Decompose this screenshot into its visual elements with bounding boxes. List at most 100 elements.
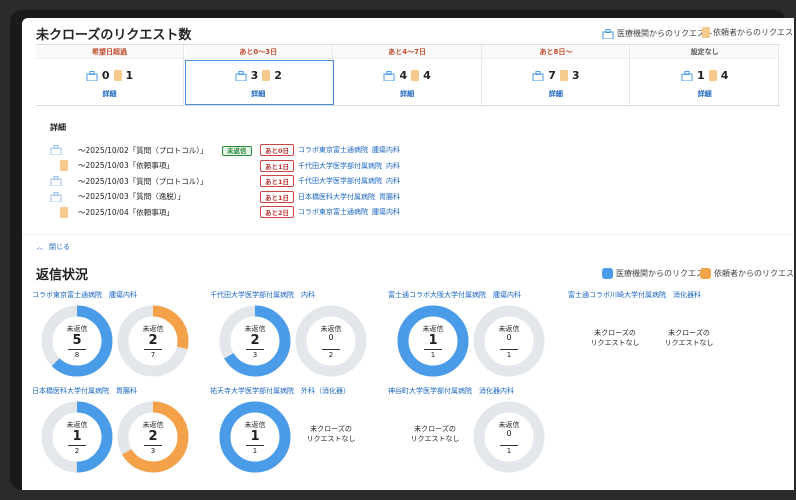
hospital-name-link[interactable]: 千代田大学医学部付属病院 内科 (210, 290, 315, 300)
summary-counts: 44 (334, 69, 481, 82)
row-hospital[interactable]: 千代田大学医学部付属病院 (298, 161, 382, 171)
requester-count: 4 (720, 69, 729, 82)
no-request-text: 未クローズの リクエストなし (306, 425, 356, 443)
detail-link[interactable]: 詳細 (334, 89, 481, 99)
row-title: 〜2025/10/03「質問（プロトコル）」 (78, 176, 208, 186)
row-type-icon (50, 206, 74, 218)
hospital-name-link[interactable]: コラボ東京富士通病院 腫瘍内科 (32, 290, 137, 300)
donut-chart: 未返信 2 7 (116, 304, 190, 378)
row-status-slot: 未返信 (222, 145, 256, 156)
document-icon (60, 160, 68, 171)
summary-column-header: 希望日超過 (36, 45, 183, 59)
donut-chart: 未返信 1 2 (40, 400, 114, 474)
row-hospital[interactable]: コラボ東京富士通病院 (298, 207, 368, 217)
list-item[interactable]: 〜2025/10/03「質問（逸脱）」 あと1日 日本橋医科大学付属病院 胃腸科 (50, 190, 400, 203)
row-type-icon (50, 191, 74, 202)
row-title: 〜2025/10/03「質問（逸脱）」 (78, 192, 185, 201)
summary-counts: 14 (631, 69, 778, 82)
donut-total: 7 (150, 351, 156, 359)
row-dept[interactable]: 腫瘍内科 (372, 207, 400, 217)
detail-link[interactable]: 詳細 (482, 89, 629, 99)
hospital-name-link[interactable]: 祐天寺大学医学部付属病院 外科（消化器） (210, 386, 350, 396)
donut-total: 1 (252, 447, 258, 455)
donut-total: 1 (506, 447, 512, 455)
donut-total: 3 (252, 351, 258, 359)
donut-unreplied: 2 (148, 333, 158, 348)
reply-status-title: 返信状況 (36, 268, 89, 283)
summary-column-header: あと4〜7日 (333, 45, 481, 59)
list-item[interactable]: 〜2025/10/02「質問（プロトコル）」 未返信 あと0日 コラボ東京富士通病院腫… (50, 144, 400, 156)
hospital-icon (50, 191, 62, 202)
hospital-icon (50, 176, 62, 186)
days-badge: あと1日 (260, 190, 295, 203)
document-icon (559, 70, 568, 81)
list-item[interactable]: 〜2025/10/03「質問（プロトコル）」 あと1日 千代田大学医学部付属病院 内科 (50, 175, 400, 187)
list-item[interactable]: 〜2025/10/03「依頼事項」 あと1日 千代田大学医学部付属病院 内科 (50, 159, 400, 172)
donut-chart: 未返信 2 3 (116, 400, 190, 474)
hospital-count: 7 (548, 69, 556, 82)
detail-link[interactable]: 詳細 (36, 89, 183, 99)
row-type-icon (50, 145, 74, 155)
hospital-icon (50, 145, 62, 155)
row-dept[interactable]: 胃腸科 (379, 192, 400, 202)
list-item[interactable]: 〜2025/10/04「依頼事項」 あと2日 コラボ東京富士通病院 腫瘍内科 (50, 206, 400, 218)
summary-table: 希望日超過 0 1 詳細 あと0〜3日 3 2 詳細 あと4〜7日 4 4 詳細 あと8日〜 7 3 詳細 設定… (36, 44, 780, 107)
donut-chart: 未返信 2 3 (218, 304, 292, 378)
days-badge: あと1日 (260, 159, 295, 172)
donut-chart: 未返信 0 1 (472, 400, 546, 474)
donut-unreplied: 0 (328, 333, 334, 342)
reply-legend-requester: 依頼者からのリクエスト (700, 268, 794, 279)
donut-unreplied: 0 (506, 429, 512, 438)
divider (22, 234, 794, 235)
donut-divider (424, 349, 442, 350)
row-hospital[interactable]: 日本橋医科大学付属病院 (298, 192, 375, 202)
no-request-text: 未クローズの リクエストなし (410, 425, 460, 443)
row-type-icon (50, 160, 74, 171)
row-title: 〜2025/10/04「依頼事項」 (78, 207, 174, 217)
legend-requester: 依頼者からのリクエスト (702, 27, 794, 38)
donut-total: 2 (328, 351, 334, 359)
hospital-name-link[interactable]: 日本橋医科大学付属病院 胃腸科 (32, 386, 137, 396)
summary-column: あと4〜7日 4 4 詳細 (333, 45, 482, 107)
legend-hospital: 医療機関からのリクエスト (602, 28, 713, 39)
close-toggle[interactable]: ︿ 閉じる (36, 242, 70, 252)
reply-legend-hospital: 医療機関からのリクエスト (602, 268, 712, 279)
summary-column-header: あと0〜3日 (184, 45, 332, 59)
requester-count: 3 (571, 69, 580, 82)
row-dept[interactable]: 内科 (386, 176, 400, 186)
legend-hospital-label: 医療機関からのリクエスト (617, 29, 713, 38)
row-title: 〜2025/10/03「依頼事項」 (78, 161, 174, 170)
summary-column: 希望日超過 0 1 詳細 (36, 45, 184, 107)
donut-divider (144, 445, 162, 446)
donut-divider (68, 349, 86, 350)
donut-divider (246, 349, 264, 350)
hospital-icon (532, 70, 544, 81)
row-dept[interactable]: 内科 (386, 161, 400, 171)
hospital-name-link[interactable]: 富士通コラボ大阪大学付属病院 腫瘍内科 (388, 290, 521, 300)
summary-counts: 73 (482, 69, 629, 82)
hospital-count: 4 (399, 69, 408, 82)
row-hospital[interactable]: コラボ東京富士通病院 (298, 145, 368, 155)
donut-divider (322, 349, 340, 350)
donut-unreplied: 5 (72, 333, 82, 348)
detail-title: 詳細 (50, 123, 66, 132)
hospital-count: 1 (697, 69, 705, 82)
donut-chart: 未返信 0 2 (294, 304, 368, 378)
no-request-text: 未クローズの リクエストなし (664, 329, 714, 347)
orange-swatch-icon (700, 268, 711, 279)
days-badge: あと0日 (260, 144, 295, 156)
donut-chart: 未返信 0 1 (472, 304, 546, 378)
days-badge: あと2日 (260, 206, 295, 218)
donut-divider (144, 349, 162, 350)
detail-link[interactable]: 詳細 (631, 89, 778, 99)
row-hospital[interactable]: 千代田大学医学部付属病院 (298, 176, 382, 186)
donut-divider (500, 445, 518, 446)
hospital-icon (383, 70, 395, 81)
document-icon (702, 27, 710, 38)
donut-divider (68, 445, 86, 446)
document-icon (411, 70, 420, 81)
hospital-name-link[interactable]: 富士通コラボ川崎大学付属病院 消化器科 (568, 290, 701, 300)
hospital-name-link[interactable]: 神谷町大学医学部付属病院 消化器内科 (388, 386, 514, 396)
document-icon (60, 206, 68, 218)
row-dept[interactable]: 腫瘍内科 (372, 145, 400, 155)
